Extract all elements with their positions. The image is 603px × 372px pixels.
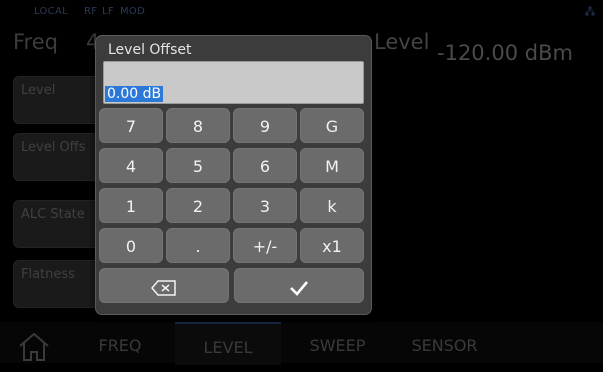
tab-sensor[interactable]: SENSOR (392, 322, 497, 363)
key-3[interactable]: 3 (233, 188, 297, 223)
value-text: 0.00 dB (105, 86, 164, 102)
key-7[interactable]: 7 (99, 108, 163, 143)
key-decimal[interactable]: . (166, 228, 230, 263)
key-4[interactable]: 4 (99, 148, 163, 183)
confirm-button[interactable] (234, 268, 364, 303)
key-8[interactable]: 8 (166, 108, 230, 143)
key-kilo[interactable]: k (300, 188, 364, 223)
level-value[interactable]: -120.00 dBm (437, 41, 573, 65)
tab-freq[interactable]: FREQ (70, 322, 170, 363)
checkmark-icon (290, 280, 308, 296)
key-0[interactable]: 0 (99, 228, 163, 263)
key-6[interactable]: 6 (233, 148, 297, 183)
key-2[interactable]: 2 (166, 188, 230, 223)
status-mod: MOD (120, 6, 146, 17)
bottom-nav: FREQ LEVEL SWEEP SENSOR (0, 322, 603, 365)
status-lf: LF (102, 6, 114, 17)
status-rf: RF (84, 6, 98, 17)
key-giga[interactable]: G (300, 108, 364, 143)
backspace-button[interactable] (99, 268, 229, 303)
home-icon[interactable] (8, 328, 60, 362)
key-x1[interactable]: x1 (300, 228, 364, 263)
key-plus-minus[interactable]: +/- (233, 228, 297, 263)
status-bar: LOCAL RF LF MOD (0, 0, 603, 22)
sidebar-item-label: ALC State (21, 207, 85, 222)
sidebar-item-label: Level Offs (21, 140, 86, 155)
key-5[interactable]: 5 (166, 148, 230, 183)
key-1[interactable]: 1 (99, 188, 163, 223)
dialog-title: Level Offset (108, 42, 192, 58)
level-offset-dialog: Level Offset 0.00 dB 7 8 9 G 4 5 6 M 1 2… (95, 35, 372, 315)
backspace-icon (151, 279, 176, 296)
tab-level[interactable]: LEVEL (175, 322, 281, 365)
key-mega[interactable]: M (300, 148, 364, 183)
level-label[interactable]: Level (374, 30, 429, 54)
network-icon (585, 6, 595, 16)
status-local: LOCAL (34, 6, 68, 17)
sidebar-item-label: Level (21, 83, 56, 98)
sidebar-item-label: Flatness (21, 267, 75, 282)
tab-sweep[interactable]: SWEEP (290, 322, 385, 363)
freq-label[interactable]: Freq (13, 30, 58, 54)
key-9[interactable]: 9 (233, 108, 297, 143)
value-input[interactable]: 0.00 dB (103, 61, 364, 104)
